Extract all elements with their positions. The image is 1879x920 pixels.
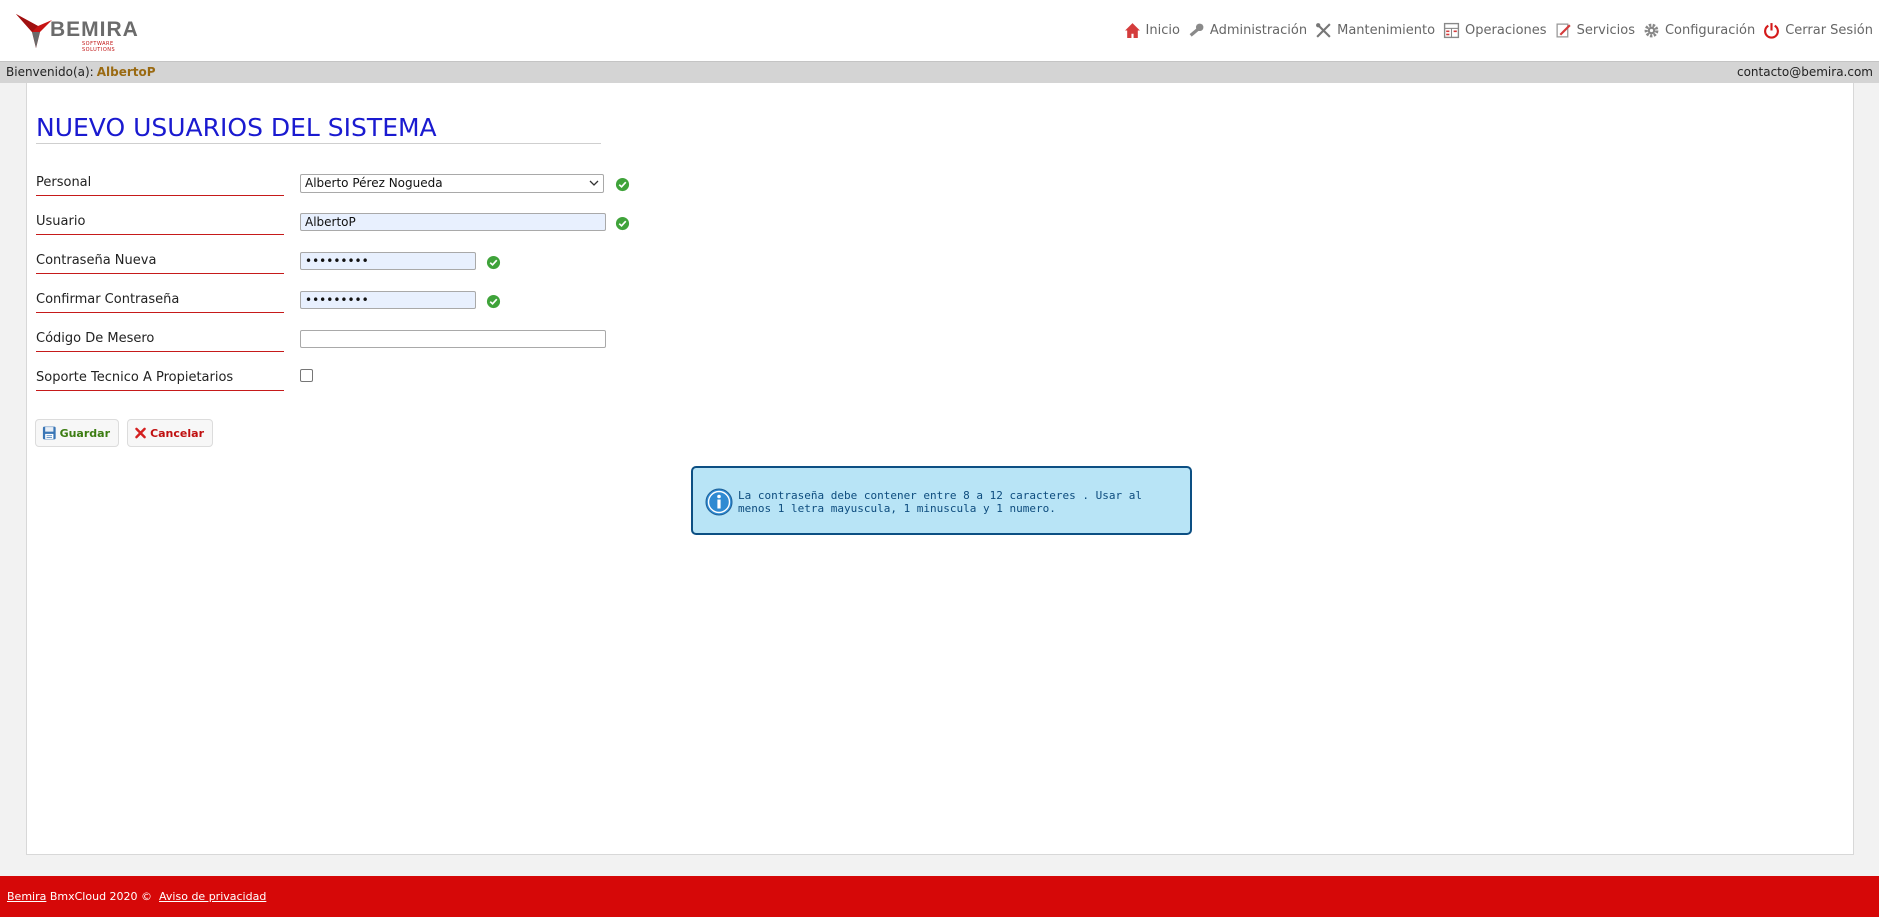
welcome-prefix: Bienvenido(a): [6,65,94,79]
cancel-button[interactable]: Cancelar [127,419,213,447]
calculator-icon [1443,22,1460,38]
personal-select-value: Alberto Pérez Nogueda [305,176,443,190]
nav-inicio-label: Inicio [1145,22,1180,38]
nav-servicios[interactable]: Servicios [1555,22,1635,39]
personal-label: Personal [36,174,284,196]
footer: Bemira BmxCloud 2020 © Aviso de privacid… [0,876,1879,917]
confirmar-contrasena-label: Confirmar Contraseña [36,291,284,313]
nav-cerrar-sesion-label: Cerrar Sesión [1785,22,1873,38]
tools-icon [1316,22,1331,38]
codigo-mesero-label: Código De Mesero [36,330,284,352]
password-info-box: La contraseña debe contener entre 8 a 12… [691,466,1192,535]
key-icon [1189,23,1204,37]
password-info-text: La contraseña debe contener entre 8 a 12… [738,489,1142,515]
usuario-input[interactable]: AlbertoP [300,213,606,231]
chevron-down-icon [589,180,599,186]
bemira-star-icon [16,14,52,48]
contact-email: contacto@bemira.com [1736,65,1873,79]
gear-icon [1644,23,1659,37]
close-icon [135,427,146,439]
contrasena-nueva-input[interactable]: ••••••••• [300,252,476,270]
check-circle-icon [486,294,501,309]
welcome-username: AlbertoP [96,65,156,79]
nav-mantenimiento-label: Mantenimiento [1337,22,1436,38]
bemira-logo[interactable]: BEMIRA SOFTWARE SOLUTIONS [14,8,146,53]
info-icon [705,488,733,516]
floppy-disk-icon [42,426,56,440]
page-title: NUEVO USUARIOS DEL SISTEMA [36,113,437,142]
logo-text: BEMIRA [50,18,139,41]
usuario-label: Usuario [36,213,284,235]
nav-administracion[interactable]: Administración [1188,22,1307,39]
edit-icon [1556,22,1571,38]
title-divider [36,143,601,144]
check-circle-icon [615,177,630,192]
contrasena-nueva-label: Contraseña Nueva [36,252,284,274]
soporte-tecnico-checkbox[interactable] [300,369,313,382]
home-icon [1124,22,1140,38]
main-nav: Inicio Administración Mantenimiento Oper… [1116,19,1873,41]
footer-copyright: BmxCloud 2020 © [46,890,156,903]
codigo-mesero-input[interactable] [300,330,606,348]
nav-configuracion-label: Configuración [1664,22,1756,38]
footer-brand-link[interactable]: Bemira [7,890,46,903]
personal-select[interactable]: Alberto Pérez Nogueda [300,174,604,193]
power-icon [1764,22,1780,39]
nav-inicio[interactable]: Inicio [1124,22,1180,39]
soporte-tecnico-label: Soporte Tecnico A Propietarios [36,369,284,391]
nav-operaciones[interactable]: Operaciones [1443,22,1547,39]
check-circle-icon [486,255,501,270]
nav-servicios-label: Servicios [1576,22,1635,38]
confirmar-contrasena-input[interactable]: ••••••••• [300,291,476,309]
nav-cerrar-sesion[interactable]: Cerrar Sesión [1763,22,1873,39]
check-circle-icon [615,216,630,231]
header: BEMIRA SOFTWARE SOLUTIONS Inicio Adminis… [0,0,1879,61]
nav-configuracion[interactable]: Configuración [1643,22,1755,39]
cancel-button-label: Cancelar [150,426,204,440]
nav-mantenimiento[interactable]: Mantenimiento [1315,22,1435,39]
nav-operaciones-label: Operaciones [1465,22,1547,38]
welcome-bar: Bienvenido(a): AlbertoP contacto@bemira.c… [0,61,1879,83]
nav-administracion-label: Administración [1209,22,1308,38]
welcome-message: Bienvenido(a): AlbertoP [6,62,156,83]
save-button-label: Guardar [59,426,110,440]
privacy-link[interactable]: Aviso de privacidad [159,890,266,903]
save-button[interactable]: Guardar [35,419,119,447]
logo-subtext: SOFTWARE SOLUTIONS [82,41,116,53]
main-content: NUEVO USUARIOS DEL SISTEMA Personal Albe… [26,83,1854,855]
